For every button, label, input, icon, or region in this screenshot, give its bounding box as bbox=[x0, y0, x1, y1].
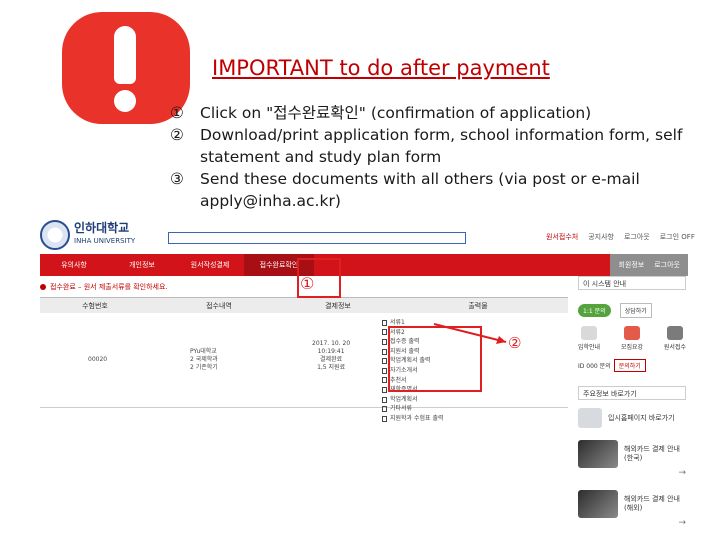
application-id: 00020 bbox=[88, 356, 108, 363]
step-text: Send these documents with all others (vi… bbox=[200, 170, 640, 210]
nav-right-item[interactable]: 로그아웃 bbox=[654, 260, 680, 270]
quick-icons: 입학안내 모집요강 원서접수 bbox=[578, 326, 686, 351]
pay-line: 결제완료 bbox=[320, 356, 343, 363]
document-icon bbox=[382, 358, 387, 365]
doc-link[interactable]: 학업계획서 bbox=[382, 395, 444, 405]
document-icon bbox=[382, 415, 387, 422]
column-header: 결제정보 bbox=[325, 301, 351, 310]
arrow-icon bbox=[433, 323, 507, 344]
column-header: 접수내역 bbox=[206, 301, 232, 310]
document-icon bbox=[382, 329, 387, 336]
column-header: 수험번호 bbox=[82, 301, 108, 310]
info-line: PYu대학교 bbox=[190, 348, 217, 355]
credit-card-icon bbox=[578, 440, 618, 468]
homepage-icon bbox=[578, 408, 602, 428]
pay-line: 10:19:41 bbox=[317, 348, 345, 355]
step-item: ② Download/print application form, school… bbox=[170, 124, 718, 168]
inquiry-button[interactable]: 문의하기 bbox=[613, 359, 646, 372]
inquiry-pill[interactable]: 1:1 문의 bbox=[578, 304, 611, 317]
pay-line: 2017. 10. 20 bbox=[312, 340, 351, 347]
doc-link[interactable]: 지원학과 수험표 출력 bbox=[382, 414, 444, 424]
document-icon bbox=[382, 348, 387, 355]
document-icon bbox=[382, 396, 387, 403]
book-icon bbox=[624, 326, 640, 340]
document-icon bbox=[382, 367, 387, 374]
marker-one: ① bbox=[300, 274, 315, 293]
address-box[interactable] bbox=[168, 232, 466, 244]
quick-icon-item[interactable]: 입학안내 bbox=[578, 326, 600, 351]
credit-card-icon bbox=[578, 490, 618, 518]
doc-label: 학업계획서 bbox=[390, 395, 418, 403]
arrow-right-icon: → bbox=[678, 468, 686, 478]
info-line: 2 기존학기 bbox=[190, 364, 218, 371]
nav-right: 회원정보 로그아웃 bbox=[610, 254, 688, 276]
homepage-link[interactable]: 입시홈페이지 바로가기 bbox=[578, 408, 686, 428]
table-header: 수험번호 접수내역 결제정보 출력물 bbox=[40, 297, 568, 313]
arrow-right-icon: → bbox=[678, 518, 686, 528]
step-item: ① Click on "접수완료확인" (confirmation of appl… bbox=[170, 102, 718, 124]
application-info: PYu대학교 2 국제학과 2 기존학기 bbox=[190, 348, 218, 372]
inquiry-row: ID 000 문의 문의하기 bbox=[578, 359, 686, 372]
university-logo[interactable]: 인하대학교 INHA UNIVERSITY bbox=[40, 218, 160, 252]
column-header: 출력물 bbox=[468, 301, 488, 310]
logo-korean: 인하대학교 bbox=[74, 221, 130, 235]
doc-label: 지원학과 수험표 출력 bbox=[390, 414, 444, 422]
step-item: ③ Send these documents with all others (v… bbox=[170, 168, 718, 212]
logo-english: INHA UNIVERSITY bbox=[74, 237, 136, 245]
nav-item[interactable]: 개인정보 bbox=[108, 260, 176, 270]
nav-right-item[interactable]: 회원정보 bbox=[618, 260, 644, 270]
top-link[interactable]: 로그아웃 bbox=[624, 232, 650, 242]
card-payment-guide-overseas[interactable]: 해외카드 결제 안내 (해외) bbox=[578, 490, 686, 518]
step-number: ① bbox=[170, 104, 184, 122]
exclamation-dot bbox=[114, 90, 136, 112]
doc-label: 기타서류 bbox=[390, 405, 413, 413]
doc-link[interactable]: 기타서류 bbox=[382, 404, 444, 414]
main-nav: 유의사항 개인정보 원서작성결제 접수완료확인 회원정보 로그아웃 bbox=[40, 254, 688, 276]
sidebar-header: 이 시스템 안내 bbox=[578, 276, 686, 290]
top-links: 원서접수처 공지사항 로그아웃 로그인 OFF bbox=[546, 232, 695, 242]
nav-item[interactable]: 원서작성결제 bbox=[176, 260, 244, 270]
quick-icon-item[interactable]: 모집요강 bbox=[621, 326, 643, 351]
step-list: ① Click on "접수완료확인" (confirmation of appl… bbox=[170, 102, 718, 212]
pay-line: 1,5 지원료 bbox=[317, 364, 346, 371]
info-icon bbox=[581, 326, 598, 340]
document-icon bbox=[382, 319, 387, 326]
page-title: IMPORTANT to do after payment bbox=[212, 56, 550, 80]
bullet-icon bbox=[40, 284, 46, 290]
top-link[interactable]: 원서접수처 bbox=[546, 232, 578, 242]
sidebar: 이 시스템 안내 1:1 문의 상담하기 입학안내 모집요강 원서접수 ID 0… bbox=[578, 276, 686, 528]
document-icon bbox=[382, 338, 387, 345]
notice-text: 접수완료 – 원서 제출서류를 확인하세요. bbox=[50, 283, 168, 291]
consult-button[interactable]: 상담하기 bbox=[619, 303, 652, 318]
step-number: ③ bbox=[170, 170, 184, 188]
top-link[interactable]: 로그인 OFF bbox=[660, 232, 695, 242]
document-icon bbox=[382, 386, 387, 393]
nav-item[interactable]: 유의사항 bbox=[40, 260, 108, 270]
step-text: Click on "접수완료확인" (confirmation of appli… bbox=[200, 104, 592, 122]
inquiry-label: ID 000 문의 bbox=[578, 363, 611, 370]
top-link[interactable]: 공지사항 bbox=[588, 232, 614, 242]
sidebar-header-2: 주요정보 바로가기 bbox=[578, 386, 686, 400]
card-payment-guide-korea[interactable]: 해외카드 결제 안내 (한국) bbox=[578, 440, 686, 468]
info-line: 2 국제학과 bbox=[190, 356, 218, 363]
step-number: ② bbox=[170, 126, 184, 144]
quick-icon-item[interactable]: 원서접수 bbox=[664, 326, 686, 351]
document-icon bbox=[382, 406, 387, 413]
status-notice: 접수완료 – 원서 제출서류를 확인하세요. bbox=[40, 282, 168, 292]
payment-info: 2017. 10. 20 10:19:41 결제완료 1,5 지원료 bbox=[312, 340, 350, 372]
exclamation-bar bbox=[114, 26, 136, 84]
form-icon bbox=[666, 326, 683, 340]
document-icon bbox=[382, 377, 387, 384]
seal-icon bbox=[40, 220, 70, 250]
step-text: Download/print application form, school … bbox=[200, 126, 683, 166]
